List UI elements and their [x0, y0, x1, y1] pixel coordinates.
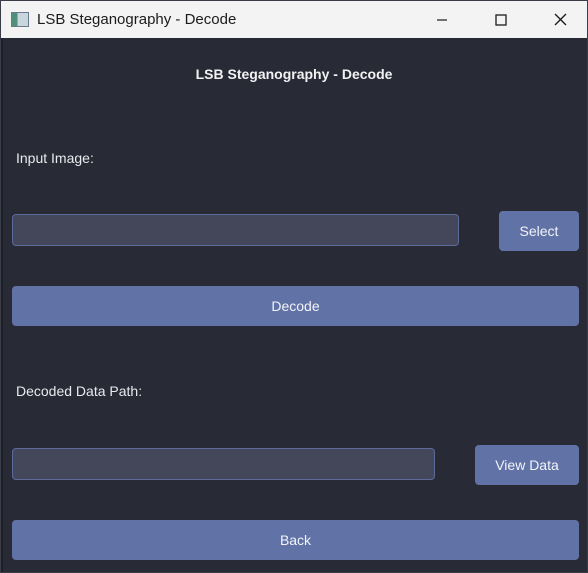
app-icon: [11, 12, 29, 27]
window-left-edge: [1, 38, 3, 572]
app-window: LSB Steganography - Decode LSB Steganogr…: [0, 0, 588, 573]
maximize-icon: [495, 13, 507, 26]
select-button[interactable]: Select: [499, 211, 579, 251]
input-image-label: Input Image:: [16, 150, 94, 166]
decode-button[interactable]: Decode: [12, 286, 579, 326]
decoded-data-path-field[interactable]: [12, 448, 435, 480]
view-data-button[interactable]: View Data: [475, 445, 579, 485]
title-bar[interactable]: LSB Steganography - Decode: [1, 1, 587, 38]
back-button[interactable]: Back: [12, 520, 579, 560]
decoded-data-path-label: Decoded Data Path:: [16, 383, 143, 399]
minimize-icon: [437, 18, 447, 21]
close-button[interactable]: [537, 1, 583, 38]
page-heading: LSB Steganography - Decode: [195, 66, 393, 82]
close-icon: [554, 13, 566, 26]
window-title: LSB Steganography - Decode: [37, 11, 237, 28]
input-image-field[interactable]: [12, 214, 459, 246]
maximize-button[interactable]: [478, 1, 524, 38]
minimize-button[interactable]: [419, 1, 465, 38]
